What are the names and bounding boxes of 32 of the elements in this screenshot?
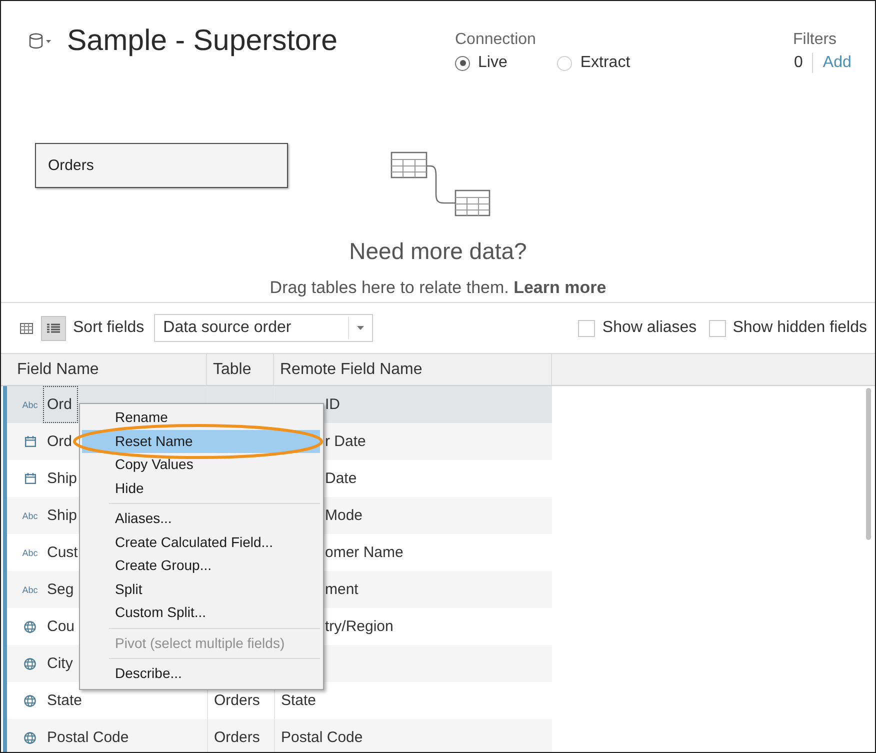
table-cell: Mode	[325, 508, 363, 524]
sort-label: Sort fields	[73, 319, 144, 337]
filters-label: Filters	[793, 31, 838, 49]
table-cell-text: Ship	[46, 469, 78, 489]
filter-count: 0	[794, 53, 803, 73]
table-cell-text: City	[46, 654, 73, 674]
table-cell: Orders	[214, 730, 260, 746]
data-type-label: Abc	[22, 510, 38, 520]
table-cell: omer Name	[325, 544, 404, 560]
table-cell: ID	[325, 396, 340, 412]
table-cell-text: Cust	[46, 543, 78, 563]
table-cell: Orders	[214, 692, 260, 708]
table-cell-text: Cou	[46, 617, 75, 637]
table-cell-text: Ord	[46, 432, 72, 452]
table-cell: Date	[325, 470, 357, 486]
empty-canvas-hint: Drag tables here to relate them. Learn more	[268, 277, 608, 299]
empty-canvas-title: Need more data?	[348, 237, 528, 265]
table-cell: ment	[325, 582, 358, 598]
table-cell: Postal Code	[281, 730, 363, 746]
menu-item: Pivot (select multiple fields)	[114, 634, 286, 653]
data-type-label: Abc	[22, 400, 38, 410]
table-cell-text: Ship	[46, 506, 78, 526]
table-cell-text: Seg	[46, 580, 74, 600]
table-cell-text: State	[46, 691, 82, 711]
data-type-label: Abc	[22, 584, 38, 594]
table-cell-text: Postal Code	[46, 728, 129, 748]
data-type-label: Abc	[22, 548, 38, 558]
table-cell: r Date	[325, 434, 366, 450]
table-cell: State	[281, 692, 316, 708]
connection-label: Connection	[455, 31, 537, 49]
table-cell: try/Region	[325, 618, 394, 634]
datasource-title: Sample - Superstore	[67, 23, 338, 59]
